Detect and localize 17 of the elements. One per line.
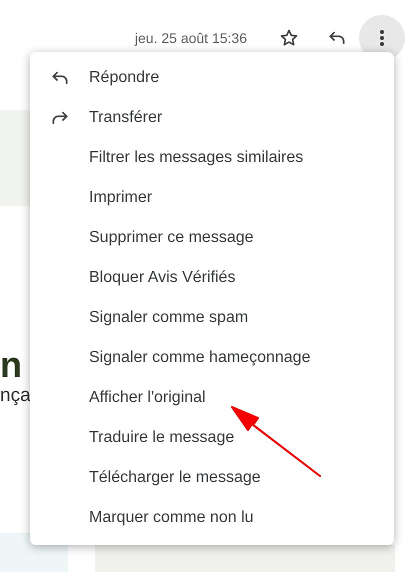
menu-item[interactable]: Transférer	[30, 98, 394, 138]
menu-item[interactable]: Télécharger le message	[30, 458, 394, 498]
menu-item[interactable]: Marquer comme non lu	[30, 498, 394, 538]
menu-item[interactable]: Traduire le message	[30, 418, 394, 458]
menu-item[interactable]: Imprimer	[30, 178, 394, 218]
menu-item[interactable]: Filtrer les messages similaires	[30, 138, 394, 178]
menu-item[interactable]: Bloquer Avis Vérifiés	[30, 258, 394, 298]
text-fragment: n	[0, 345, 23, 385]
star-icon	[279, 28, 299, 48]
menu-item[interactable]: Signaler comme hameçonnage	[30, 338, 394, 378]
menu-item[interactable]: Répondre	[30, 58, 394, 98]
more-icon	[380, 30, 384, 46]
menu-item[interactable]: Afficher l'original	[30, 378, 394, 418]
menu-item[interactable]: Supprimer ce message	[30, 218, 394, 258]
text-fragment: nça	[0, 385, 31, 407]
menu-item[interactable]: Signaler comme spam	[30, 298, 394, 338]
message-date: jeu. 25 août 15:36	[134, 28, 247, 48]
